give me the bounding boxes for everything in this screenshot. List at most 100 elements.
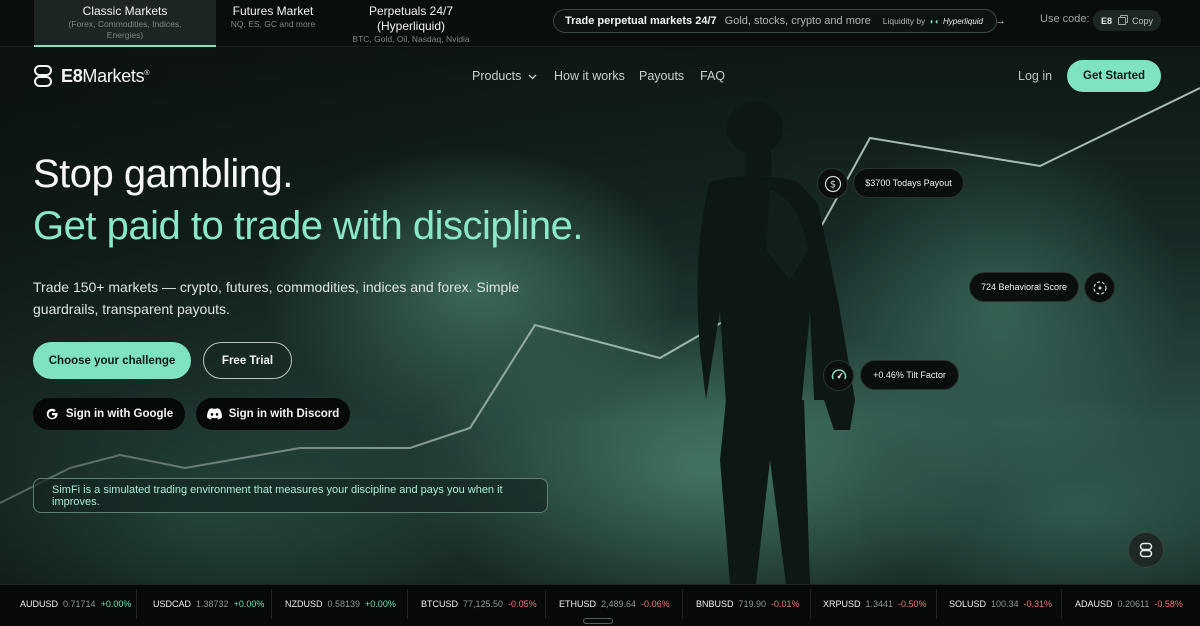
svg-text:$: $ <box>829 179 835 190</box>
nav-products-label: Products <box>472 69 522 83</box>
tab-title: Classic Markets <box>82 4 168 18</box>
logo-trademark: ® <box>144 69 150 77</box>
hero-subtitle: Get paid to trade with discipline. <box>33 204 583 248</box>
tab-perpetuals[interactable]: Perpetuals 24/7 (Hyperliquid) BTC, Gold,… <box>334 0 488 47</box>
logo-text: E8Markets® <box>61 66 149 87</box>
e8-logo[interactable]: E8Markets® <box>33 64 149 88</box>
google-button-label: Sign in with Google <box>65 408 174 420</box>
sign-in-discord-button[interactable]: Sign in with Discord <box>196 398 350 430</box>
ticker-divider <box>407 589 408 619</box>
price-ticker: AUDUSD 0.71714 +0.00% USDCAD 1.38732 +0.… <box>0 584 1200 626</box>
ticker-price: 0.71714 <box>63 599 96 609</box>
target-icon <box>1084 272 1115 303</box>
logo-rest: Markets <box>82 65 145 86</box>
ticker-divider <box>810 589 811 619</box>
ticker-divider <box>682 589 683 619</box>
ticker-change: -0.58% <box>1154 599 1183 609</box>
ticker-price: 0.58139 <box>327 599 361 609</box>
discord-button-label: Sign in with Discord <box>228 408 340 420</box>
tab-title: Futures Market <box>232 4 314 18</box>
discord-icon <box>206 408 222 420</box>
ticker-item[interactable]: SOLUSD 100.34 -0.31% <box>949 585 1052 623</box>
ticker-price: 77,125.50 <box>463 599 504 609</box>
behavioral-score-stat: 724 Behavioral Score <box>969 272 1079 302</box>
ticker-item[interactable]: NZDUSD 0.58139 +0.00% <box>285 585 396 623</box>
hyperliquid-name: Hyperliquid <box>942 16 983 26</box>
ticker-symbol: ADAUSD <box>1075 599 1113 609</box>
sign-in-google-button[interactable]: Sign in with Google <box>33 398 185 430</box>
arrow-right-icon: → <box>995 15 1006 27</box>
google-icon <box>46 408 58 420</box>
nav-how-it-works[interactable]: How it works <box>554 69 625 83</box>
simfi-notice: SimFi is a simulated trading environment… <box>33 478 548 513</box>
chat-launcher-button[interactable] <box>1128 532 1164 568</box>
tab-classic-markets[interactable]: Classic Markets (Forex, Commodities, Ind… <box>34 0 216 47</box>
ticker-change: -0.31% <box>1023 599 1053 609</box>
ticker-symbol: USDCAD <box>153 599 192 609</box>
ticker-item[interactable]: ETHUSD 2,489.64 -0.06% <box>559 585 670 623</box>
hero-person-image <box>697 101 855 584</box>
ticker-symbol: XRPUSD <box>823 599 861 609</box>
use-code-label: Use code: <box>1040 13 1090 25</box>
ticker-divider <box>1061 589 1062 619</box>
ticker-item[interactable]: USDCAD 1.38732 +0.00% <box>153 585 264 623</box>
ticker-price: 1.38732 <box>196 599 229 609</box>
hero-description: Trade 150+ markets — crypto, futures, co… <box>33 279 520 317</box>
ticker-scroll-handle[interactable] <box>583 618 613 624</box>
tab-subtitle: Energies) <box>106 30 144 40</box>
ticker-change: -0.01% <box>771 599 800 609</box>
e8-logo-icon <box>1139 542 1153 558</box>
ticker-change: -0.50% <box>898 599 927 609</box>
ticker-price: 719.90 <box>738 599 767 609</box>
ticker-symbol: NZDUSD <box>285 599 323 609</box>
promo-code: E8 <box>1100 15 1112 26</box>
nav-faq[interactable]: FAQ <box>700 69 725 83</box>
get-started-button[interactable]: Get Started <box>1067 60 1161 92</box>
ticker-item[interactable]: ADAUSD 0.20611 -0.58% <box>1075 585 1183 623</box>
login-link[interactable]: Log in <box>1018 69 1052 83</box>
nav-payouts[interactable]: Payouts <box>639 69 684 83</box>
ticker-change: -0.06% <box>641 599 670 609</box>
ticker-symbol: ETHUSD <box>559 599 597 609</box>
perpetuals-promo-banner[interactable]: Trade perpetual markets 24/7 Gold, stock… <box>553 9 1006 33</box>
nav-products[interactable]: Products <box>472 69 537 83</box>
ticker-item[interactable]: AUDUSD 0.71714 +0.00% <box>20 585 131 623</box>
hero-title: Stop gambling. <box>33 152 293 196</box>
hyperliquid-logo-icon: ◗◖ <box>929 16 939 26</box>
free-trial-button[interactable]: Free Trial <box>203 342 292 379</box>
tab-subtitle: (Forex, Commodities, Indices, <box>68 19 182 29</box>
tab-futures-market[interactable]: Futures Market NQ, ES, GC and more <box>222 0 324 47</box>
copy-icon <box>1118 16 1126 25</box>
ticker-divider <box>271 589 272 619</box>
copy-code-button[interactable]: E8 Copy <box>1093 10 1161 31</box>
chevron-down-icon <box>528 74 537 80</box>
dollar-icon: $ <box>817 168 848 199</box>
ticker-symbol: AUDUSD <box>20 599 59 609</box>
ticker-change: +0.00% <box>100 599 132 609</box>
ticker-price: 100.34 <box>991 599 1019 609</box>
tab-subtitle: BTC, Gold, Oil, Nasdaq, Nvidia <box>352 34 470 44</box>
e8-logo-icon <box>34 65 52 87</box>
payout-stat: $3700 Todays Payout <box>853 168 964 198</box>
ticker-change: +0.00% <box>233 599 265 609</box>
market-bar: Classic Markets (Forex, Commodities, Ind… <box>0 0 1200 47</box>
ticker-symbol: BNBUSD <box>696 599 734 609</box>
logo-bold: E8 <box>61 65 83 86</box>
ticker-symbol: SOLUSD <box>949 599 987 609</box>
tilt-factor-stat: +0.46% Tilt Factor <box>860 360 959 390</box>
promo-text: Gold, stocks, crypto and more <box>724 15 871 27</box>
choose-challenge-button[interactable]: Choose your challenge <box>33 342 191 379</box>
ticker-change: +0.00% <box>365 599 396 609</box>
ticker-price: 2,489.64 <box>601 599 637 609</box>
tab-subtitle: NQ, ES, GC and more <box>230 19 316 29</box>
ticker-price: 1.3441 <box>865 599 894 609</box>
copy-label: Copy <box>1132 15 1154 26</box>
liquidity-label: Liquidity by <box>882 16 926 26</box>
ticker-item[interactable]: BTCUSD 77,125.50 -0.05% <box>421 585 537 623</box>
gauge-icon <box>823 360 854 391</box>
ticker-item[interactable]: XRPUSD 1.3441 -0.50% <box>823 585 927 623</box>
ticker-symbol: BTCUSD <box>421 599 459 609</box>
promo-headline: Trade perpetual markets 24/7 <box>565 15 717 27</box>
ticker-item[interactable]: BNBUSD 719.90 -0.01% <box>696 585 800 623</box>
tab-title: Perpetuals 24/7 (Hyperliquid) <box>368 4 454 33</box>
